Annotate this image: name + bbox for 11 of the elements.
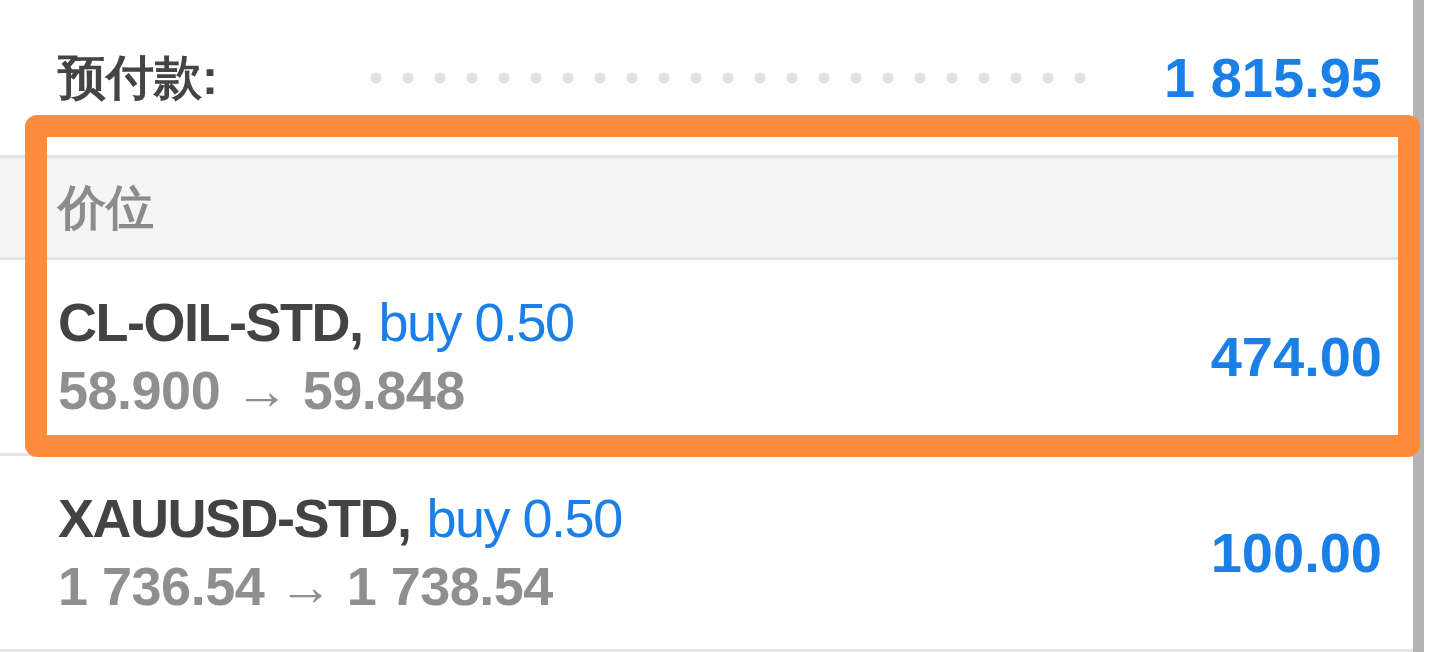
price-change: 1 736.54 → 1 738.54 [58, 555, 553, 617]
position-profit: 100.00 [1210, 519, 1382, 585]
section-title: 价位 [58, 179, 154, 236]
position-symbol: CL-OIL-STD, [58, 291, 363, 353]
margin-value: 1 815.95 [1164, 45, 1382, 110]
position-symbol: XAUUSD-STD, [58, 487, 411, 549]
margin-label: 预付款: [58, 49, 219, 106]
order-type: buy 0.50 [378, 291, 574, 353]
price-change: 58.900 → 59.848 [58, 359, 465, 421]
order-type: buy 0.50 [426, 487, 622, 549]
position-profit: 474.00 [1210, 323, 1382, 389]
